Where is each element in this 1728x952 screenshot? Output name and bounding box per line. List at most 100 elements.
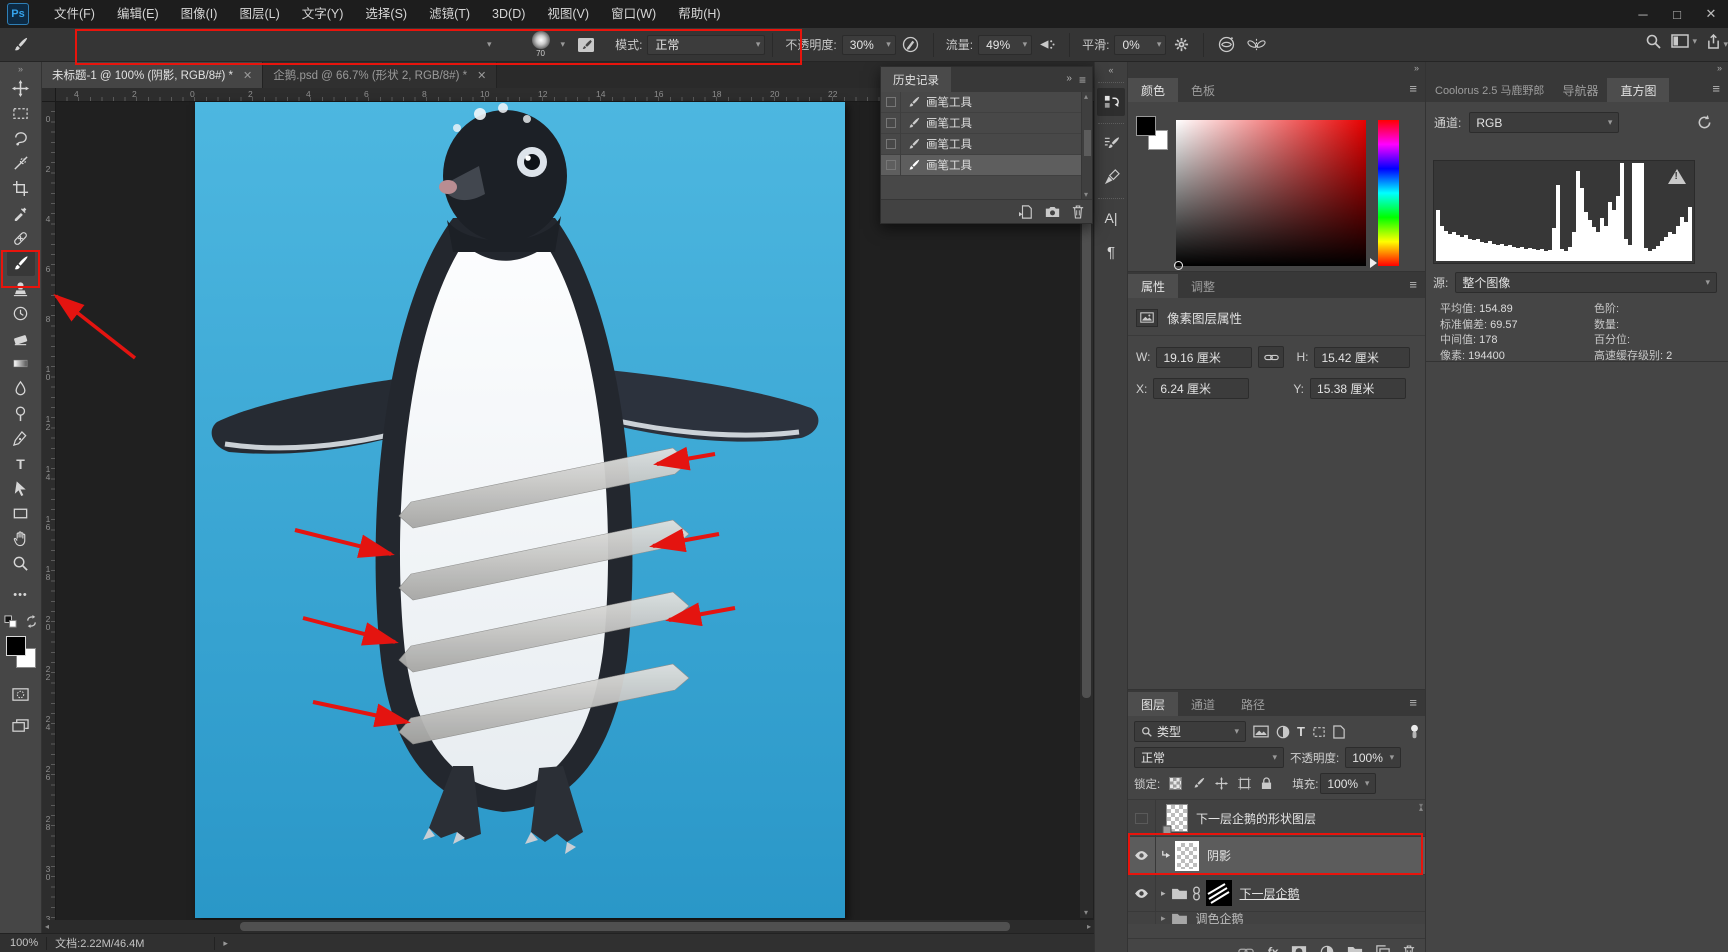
- layer-row-partial[interactable]: ▸ 调色企鹅 ▾: [1128, 801, 1425, 924]
- zoom-tool[interactable]: [7, 551, 35, 576]
- lock-artboard-icon[interactable]: [1238, 777, 1252, 790]
- brush-picker-caret-icon[interactable]: ▾: [556, 39, 566, 50]
- marquee-tool[interactable]: [7, 101, 35, 126]
- search-icon[interactable]: [1645, 33, 1662, 49]
- panel-menu-icon[interactable]: ≡: [1712, 81, 1720, 96]
- smoothing-input[interactable]: 0% ▾: [1114, 34, 1167, 55]
- saturation-brightness-picker[interactable]: [1174, 120, 1366, 270]
- tool-preset-caret-icon[interactable]: ▾: [482, 39, 492, 50]
- width-input[interactable]: 19.16 厘米: [1156, 346, 1253, 368]
- filter-adjustment-layers-icon[interactable]: [1276, 725, 1290, 739]
- menu-filter[interactable]: 滤镜(T): [418, 0, 481, 28]
- new-layer-icon[interactable]: [1376, 944, 1390, 952]
- tab-swatches[interactable]: 色板: [1178, 78, 1228, 102]
- stripes-thumbnail[interactable]: [1205, 880, 1232, 906]
- close-icon[interactable]: ✕: [477, 69, 486, 82]
- panel-menu-icon[interactable]: ≡: [1409, 81, 1417, 96]
- hue-slider[interactable]: [1378, 120, 1399, 266]
- filter-toggle-icon[interactable]: [1410, 724, 1419, 739]
- airbrush-icon[interactable]: [1035, 33, 1059, 57]
- lock-position-icon[interactable]: [1215, 777, 1229, 790]
- history-brush-tool[interactable]: [7, 301, 35, 326]
- clone-stamp-tool[interactable]: [7, 276, 35, 301]
- brushes-panel-icon[interactable]: [1097, 163, 1125, 191]
- add-layer-mask-icon[interactable]: [1291, 945, 1307, 952]
- document-view[interactable]: [195, 102, 845, 918]
- left-ruler[interactable]: 02468101214161820222426283032: [42, 102, 56, 932]
- share-icon[interactable]: [1707, 33, 1720, 49]
- menu-select[interactable]: 选择(S): [354, 0, 418, 28]
- quick-selection-tool[interactable]: [7, 151, 35, 176]
- pressure-size-icon[interactable]: [1214, 33, 1238, 57]
- character-panel-icon[interactable]: A|: [1097, 204, 1125, 232]
- menu-edit[interactable]: 编辑(E): [106, 0, 170, 28]
- visibility-toggle-on[interactable]: [1128, 837, 1156, 874]
- lock-transparency-icon[interactable]: [1169, 777, 1183, 790]
- layer-filter-select[interactable]: 类型 ▾: [1134, 721, 1246, 742]
- dock-collapse-icon[interactable]: »: [1414, 63, 1419, 73]
- quick-mask-icon[interactable]: [7, 682, 35, 707]
- tab-layers[interactable]: 图层: [1128, 692, 1179, 716]
- type-tool[interactable]: T: [7, 451, 35, 476]
- new-document-from-state-icon[interactable]: [1019, 204, 1033, 219]
- menu-3d[interactable]: 3D(D): [481, 0, 536, 28]
- menu-image[interactable]: 图像(I): [170, 0, 229, 28]
- hand-tool[interactable]: [7, 526, 35, 551]
- gear-icon[interactable]: [1169, 33, 1193, 57]
- minimize-button[interactable]: ─: [1626, 0, 1660, 28]
- tab-channels[interactable]: 通道: [1178, 692, 1228, 716]
- swap-colors-icon[interactable]: [25, 615, 38, 628]
- toolbar-collapse-icon[interactable]: »: [18, 62, 23, 76]
- screen-mode-icon[interactable]: [7, 713, 35, 738]
- tab-history[interactable]: 历史记录: [881, 67, 951, 92]
- tab-properties[interactable]: 属性: [1128, 274, 1179, 298]
- lock-pixels-icon[interactable]: [1192, 777, 1205, 790]
- paint-symmetry-icon[interactable]: [1244, 33, 1268, 57]
- snapshot-camera-icon[interactable]: [1045, 206, 1060, 218]
- foreground-color-swatch[interactable]: [1136, 116, 1156, 136]
- horizontal-scrollbar-thumb[interactable]: [240, 922, 1010, 931]
- status-chevron-icon[interactable]: ▸: [223, 938, 228, 949]
- menu-help[interactable]: 帮助(H): [667, 0, 731, 28]
- history-source-toggle[interactable]: [881, 154, 901, 176]
- history-source-toggle[interactable]: [881, 91, 901, 113]
- dock-collapse-icon[interactable]: »: [1717, 63, 1722, 73]
- tab-paths[interactable]: 路径: [1228, 692, 1278, 716]
- lasso-tool[interactable]: [7, 126, 35, 151]
- layer-style-fx-icon[interactable]: fx: [1267, 945, 1278, 952]
- filter-smart-objects-icon[interactable]: [1333, 724, 1345, 739]
- opacity-input[interactable]: 30% ▾: [841, 34, 896, 55]
- zoom-level-input[interactable]: 100%: [10, 937, 38, 949]
- horizontal-scrollbar[interactable]: ◂ ▸: [42, 920, 1094, 933]
- visibility-toggle-on[interactable]: [1128, 875, 1156, 911]
- brush-settings-panel-icon[interactable]: [1097, 129, 1125, 157]
- layer-row-shadow-selected[interactable]: 阴影: [1128, 837, 1425, 875]
- doc-tab-untitled[interactable]: 未标题-1 @ 100% (阴影, RGB/8#) * ✕: [42, 62, 264, 88]
- history-step[interactable]: 画笔工具: [881, 91, 1092, 113]
- link-layers-icon[interactable]: [1238, 947, 1255, 952]
- edit-toolbar-icon[interactable]: •••: [7, 582, 35, 607]
- history-scrollbar[interactable]: ▴ ▾: [1081, 92, 1092, 199]
- panel-menu-icon[interactable]: ≡: [1409, 277, 1417, 292]
- menu-view[interactable]: 视图(V): [536, 0, 600, 28]
- flow-input[interactable]: 49% ▾: [978, 34, 1033, 55]
- height-input[interactable]: 15.42 厘米: [1314, 346, 1411, 368]
- warning-icon[interactable]: [1668, 169, 1686, 184]
- refresh-icon[interactable]: [1697, 115, 1712, 130]
- source-select[interactable]: 整个图像 ▾: [1455, 272, 1717, 293]
- tab-coolorus[interactable]: Coolorus 2.5 马鹿野郎: [1426, 78, 1553, 102]
- layer-opacity-input[interactable]: 100% ▾: [1345, 747, 1402, 768]
- default-colors-icon[interactable]: [3, 615, 17, 628]
- layer-row-shape[interactable]: 下一层企鹅的形状图层 ▴: [1128, 800, 1425, 837]
- crop-tool[interactable]: [7, 176, 35, 201]
- filter-pixel-layers-icon[interactable]: [1253, 725, 1269, 738]
- trash-icon[interactable]: [1403, 944, 1415, 952]
- brush-preset-picker[interactable]: 70: [528, 30, 554, 59]
- toggle-brush-panel-icon[interactable]: [574, 33, 598, 57]
- tab-navigator[interactable]: 导航器: [1553, 78, 1607, 102]
- close-button[interactable]: ✕: [1694, 0, 1728, 28]
- tool-preset-icon[interactable]: [8, 33, 32, 57]
- foreground-color-swatch[interactable]: [5, 636, 26, 656]
- history-step-selected[interactable]: 画笔工具: [881, 154, 1092, 176]
- panel-menu-icon[interactable]: ≡: [1079, 73, 1086, 87]
